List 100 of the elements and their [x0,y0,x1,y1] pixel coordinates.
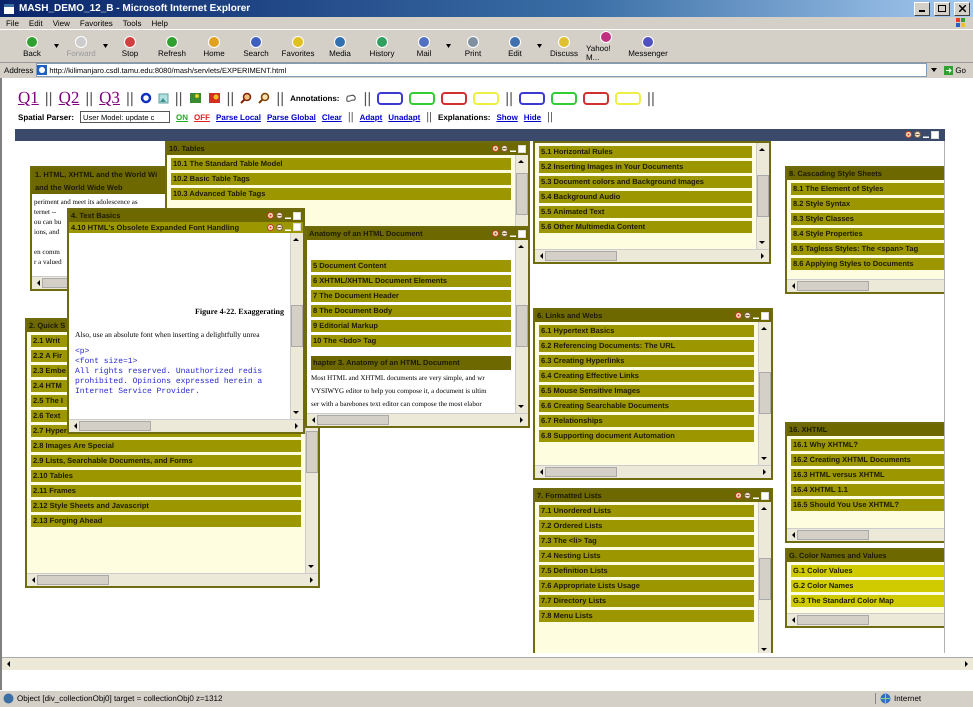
toolbar-button[interactable]: Yahoo! M... [586,30,626,62]
command-link[interactable]: OFF [194,112,210,122]
separator-text: || [174,90,183,107]
target-icon[interactable] [140,92,152,104]
browser-icon [3,2,15,15]
toolbar-button[interactable]: Home [194,34,234,58]
minimize-button[interactable] [914,2,930,16]
horizontal-scrollbar[interactable] [787,528,944,541]
minus-circle-icon[interactable] [914,131,921,138]
menu-item[interactable]: Favorites [80,18,113,28]
toolbar-button[interactable]: Print [453,34,493,58]
menu-item[interactable]: Help [151,18,168,28]
horizontal-scrollbar[interactable] [69,418,303,432]
minus-circle-icon[interactable] [501,145,508,152]
menu-item[interactable]: Tools [122,18,142,28]
page-icon [3,693,14,704]
maximize-icon[interactable] [761,492,769,500]
annotation-icon[interactable] [345,92,358,104]
maximize-button[interactable] [934,2,950,16]
horizontal-scrollbar[interactable] [27,572,318,586]
maximize-icon[interactable] [518,230,526,238]
horizontal-scrollbar[interactable] [2,656,973,670]
toolbar-button[interactable]: Media [320,34,360,58]
question-link[interactable]: Q3 [99,88,120,108]
command-link[interactable]: Adapt [360,112,382,122]
toolbar-button[interactable]: Favorites [278,34,318,58]
vertical-scrollbar[interactable] [758,502,771,653]
toolbar-button[interactable]: Stop [110,34,150,58]
separator-text: || [647,90,655,107]
horizontal-scrollbar[interactable] [307,412,528,426]
separator-text: || [426,111,432,124]
question-link[interactable]: Q1 [18,88,39,108]
horizontal-scrollbar[interactable] [535,248,769,262]
annotation-color-swatch[interactable] [519,92,546,105]
command-link[interactable]: Hide [524,112,542,122]
row-label: Annotations: [290,94,340,103]
toolbar-button[interactable]: Refresh [152,34,192,58]
picture-icon[interactable] [188,92,202,104]
figure-caption: Figure 4-22. Exaggerating [194,306,284,316]
separator-text: || [547,111,553,124]
close-icon [958,5,966,12]
horizontal-scrollbar[interactable] [787,612,944,626]
vertical-scrollbar[interactable] [515,240,528,413]
close-button[interactable] [954,2,970,16]
toolbar-button[interactable]: Search [236,34,276,58]
vertical-scrollbar[interactable] [756,142,769,249]
page-icon [37,65,48,76]
zone-text: Internet [894,694,922,704]
command-link[interactable]: Parse Global [266,112,316,122]
horizontal-scrollbar[interactable] [787,278,944,292]
target-icon[interactable] [735,492,742,500]
annotation-color-swatch[interactable] [377,92,404,105]
target-icon[interactable] [492,145,499,152]
minus-circle-icon[interactable] [744,492,751,500]
circle-icon [291,34,305,49]
toolbar-button[interactable]: Messenger [628,34,668,58]
caret-icon[interactable] [930,66,938,74]
go-button[interactable]: Go [941,66,969,75]
zoom-out-icon[interactable] [258,92,270,104]
toolbar-button[interactable]: Edit [495,34,542,58]
picture-icon[interactable] [208,92,221,104]
status-text: Object [div_collectionObj0] target = collectionObj0 z=1312 [17,694,224,704]
minus-circle-icon[interactable] [276,212,283,220]
target-icon[interactable] [905,131,912,138]
vertical-scrollbar[interactable] [758,322,771,465]
annotation-color-swatch[interactable] [409,92,436,105]
image-icon[interactable] [158,92,169,104]
menu-item[interactable]: Edit [28,18,43,28]
command-link[interactable]: Clear [322,112,342,122]
command-link[interactable]: ON [176,112,188,122]
annotation-color-swatch[interactable] [583,92,610,105]
minus-circle-icon[interactable] [276,224,283,231]
zoom-in-icon[interactable] [240,92,252,104]
maximize-icon[interactable] [518,144,526,153]
circle-icon [557,34,571,49]
menu-item[interactable]: File [6,18,19,28]
vertical-scrollbar[interactable] [290,232,303,419]
annotation-color-swatch[interactable] [551,92,578,105]
toolbar-button[interactable]: Mail [404,34,451,58]
command-link[interactable]: Show [496,112,518,122]
question-link[interactable]: Q2 [58,88,80,108]
annotation-color-swatch[interactable] [441,92,468,105]
minus-circle-icon[interactable] [501,230,508,238]
command-link[interactable]: Parse Local [216,112,261,122]
toolbar-button[interactable]: Discuss [544,34,584,58]
command-link[interactable]: Unadapt [388,112,420,122]
minus-circle-icon[interactable] [744,312,751,320]
menu-item[interactable]: View [52,18,70,28]
circle-icon [641,34,655,49]
target-icon[interactable] [735,312,742,320]
toolbar-button[interactable]: Back [12,34,59,58]
toolbar-button[interactable]: History [362,34,402,58]
code-line: prohibited. Opinions expressed herein a [75,376,264,387]
maximize-icon[interactable] [761,312,769,320]
maximize-icon[interactable] [931,130,939,139]
target-icon[interactable] [492,230,499,238]
separator-text: || [226,90,234,107]
code-line: Internet Service Provider. [75,386,201,397]
horizontal-scrollbar[interactable] [535,464,771,478]
circle-icon [508,34,522,49]
